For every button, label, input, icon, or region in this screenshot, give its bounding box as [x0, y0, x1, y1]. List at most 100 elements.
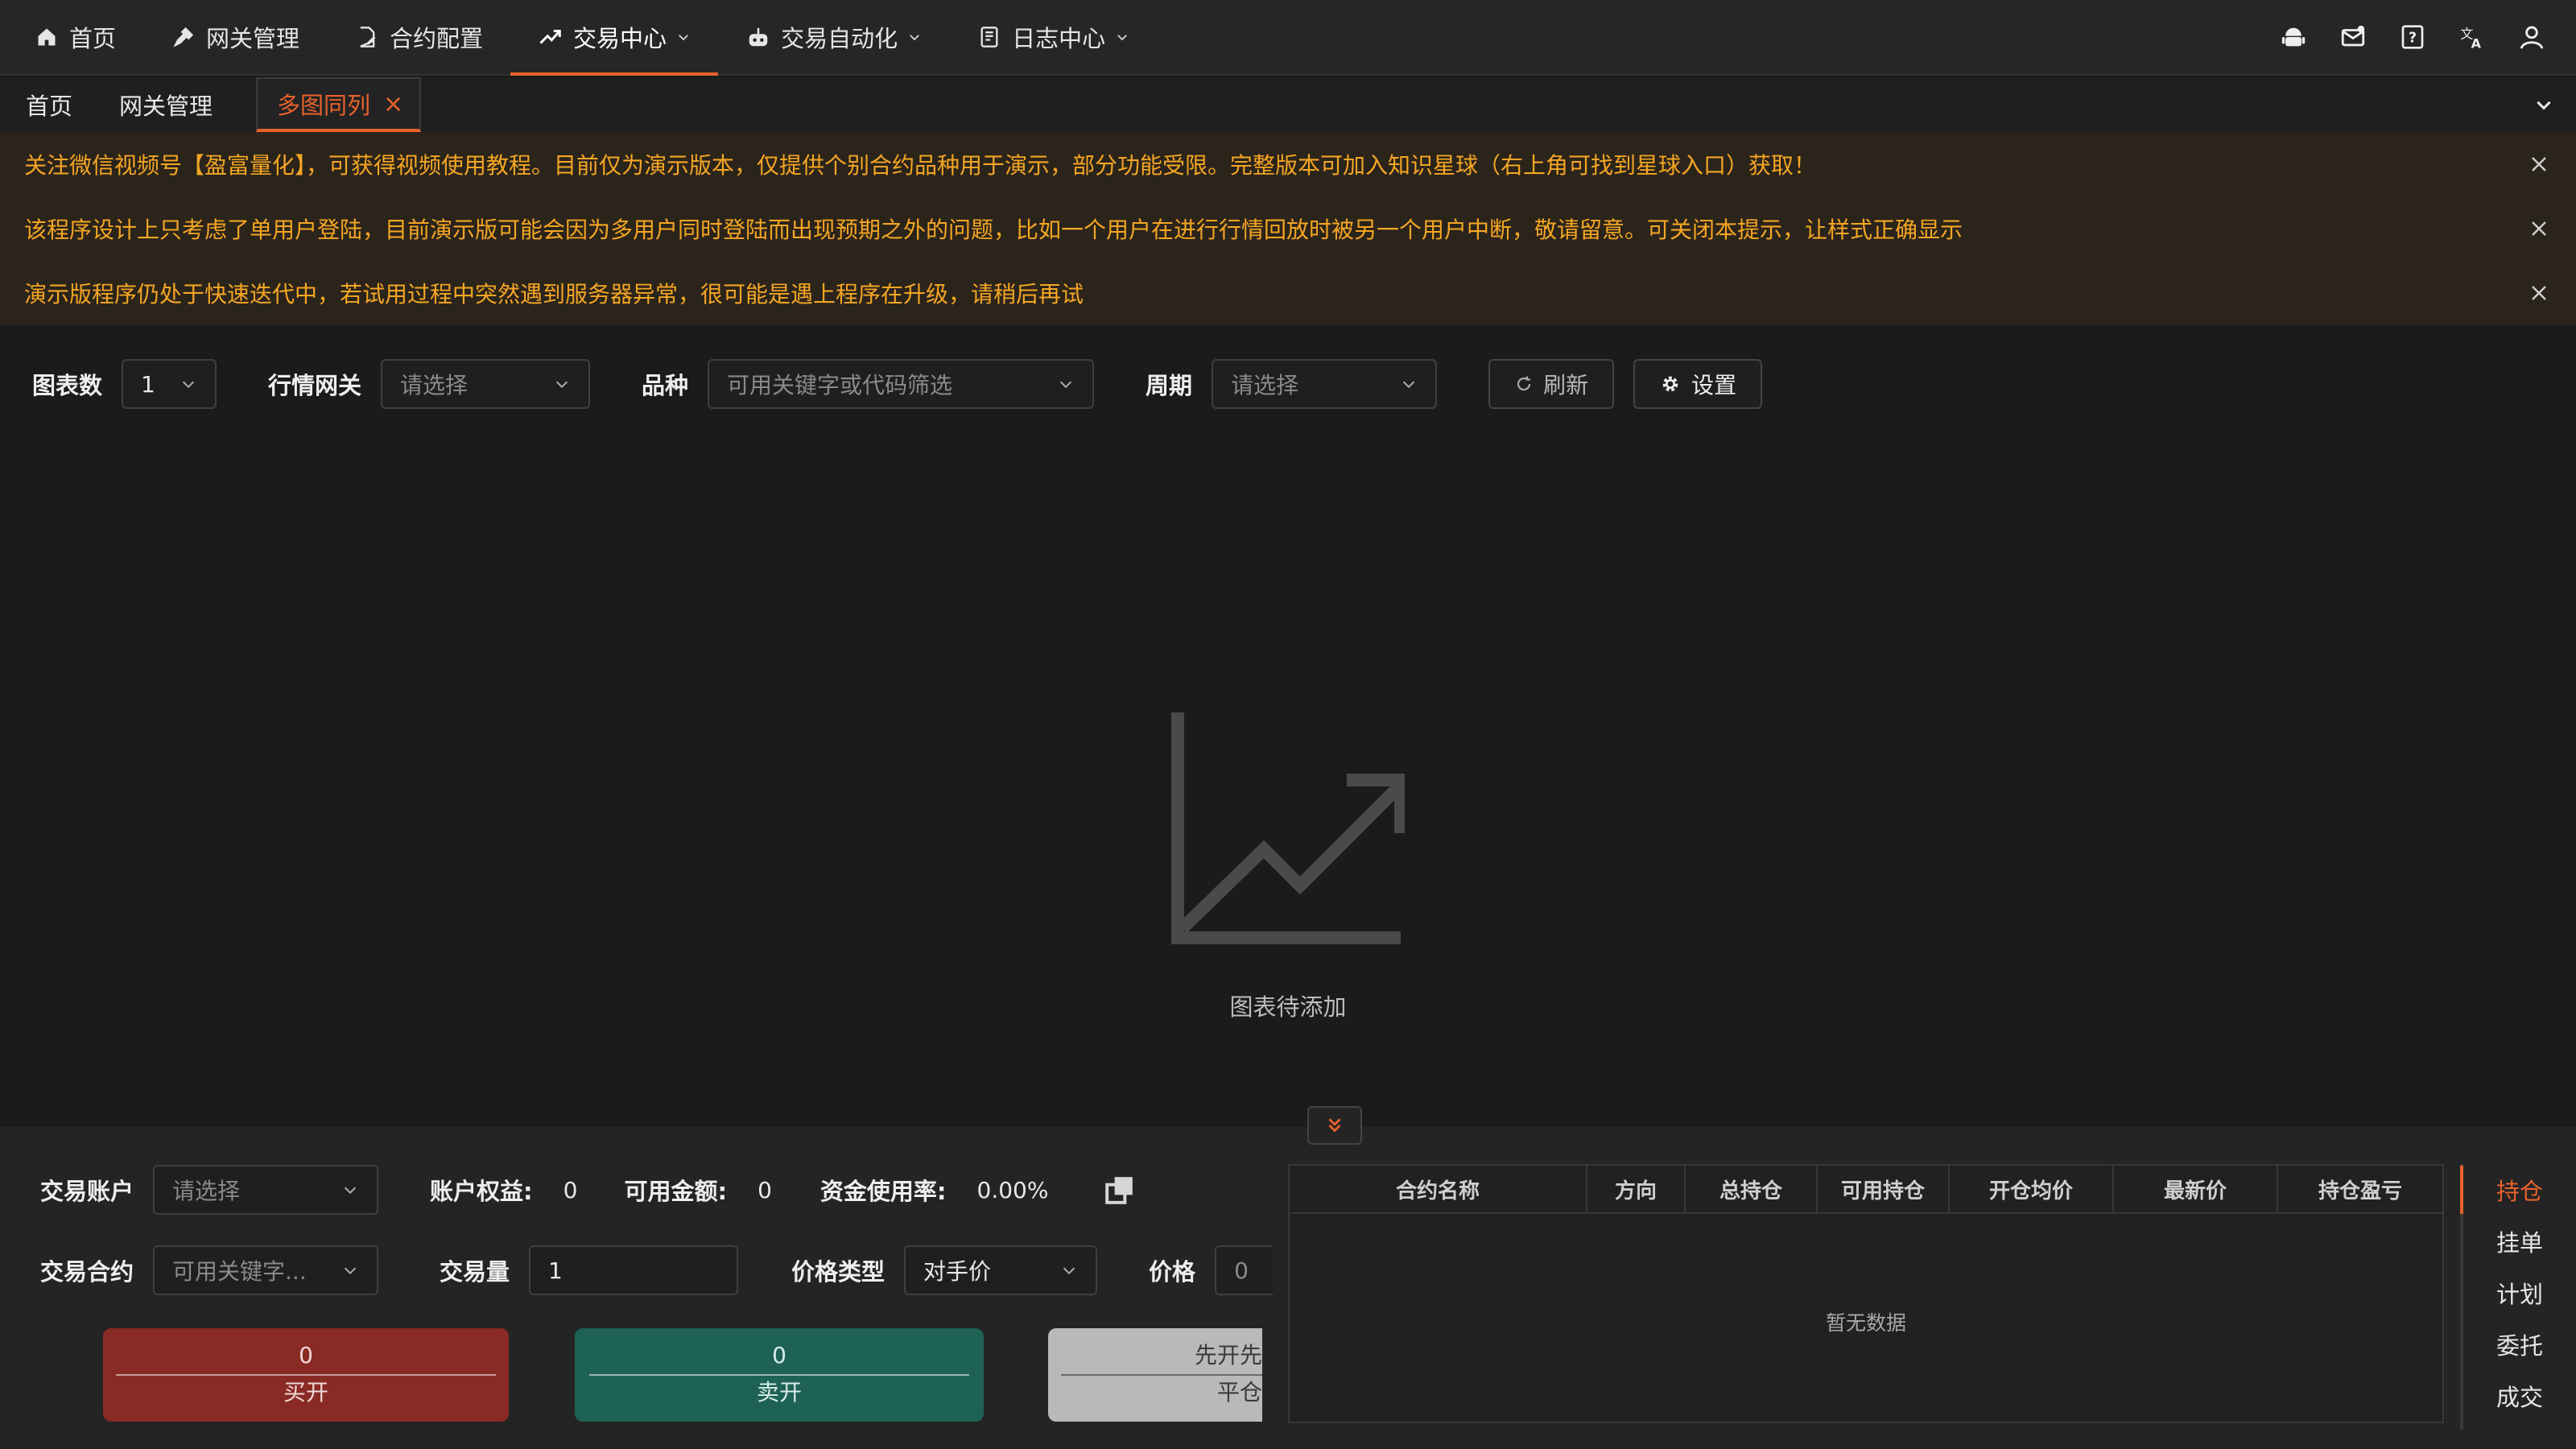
nav-item-home[interactable]: 首页: [0, 0, 143, 74]
sell-open-count: 0: [589, 1340, 969, 1376]
double-chevron-down-icon: [1328, 1118, 1341, 1133]
notice-banner: 演示版程序仍处于快速迭代中，若试用过程中突然遇到服务器异常，很可能是遇上程序在升…: [0, 261, 2576, 325]
account-placeholder: 请选择: [172, 1178, 241, 1204]
close-icon[interactable]: [2529, 219, 2549, 238]
page-tab-bar: 首页 网关管理 多图同列 ×: [0, 77, 2576, 132]
symbol-select[interactable]: 可用关键字或代码筛选: [708, 359, 1095, 409]
column-header[interactable]: 最新价: [2114, 1166, 2278, 1212]
positions-table: 合约名称 方向 总持仓 可用持仓 开仓均价 最新价 持仓盈亏 暂无数据: [1288, 1164, 2444, 1423]
nav-item-trading-center[interactable]: 交易中心: [510, 0, 719, 76]
price-type-value: 对手价: [923, 1258, 992, 1285]
empty-table-text: 暂无数据: [1825, 1311, 1906, 1335]
price-input[interactable]: 0: [1215, 1245, 1274, 1295]
volume-value: 1: [548, 1257, 563, 1284]
top-navigation: 首页 网关管理 合约配置 交易中心 交易自动化 日志中心 ? 文 A: [0, 0, 2576, 76]
trend-up-icon: [538, 24, 564, 50]
chevron-down-icon: [679, 35, 688, 41]
settings-label: 设置: [1691, 372, 1737, 398]
gateway-placeholder: 请选择: [400, 372, 469, 398]
tab-label: 多图同列: [277, 92, 371, 119]
notice-banners: 关注微信视频号【盈富量化】，可获得视频使用教程。目前仅为演示版本，仅提供个别合约…: [0, 132, 2576, 325]
svg-text:?: ?: [2409, 31, 2417, 47]
mail-icon[interactable]: [2323, 0, 2383, 75]
notice-text: 演示版程序仍处于快速迭代中，若试用过程中突然遇到服务器异常，很可能是遇上程序在升…: [24, 281, 1084, 308]
available-value: 0: [758, 1176, 772, 1203]
period-select[interactable]: 请选择: [1212, 359, 1438, 409]
price-label: 价格: [1149, 1258, 1196, 1286]
column-header[interactable]: 持仓盈亏: [2278, 1166, 2442, 1212]
gateway-select[interactable]: 请选择: [381, 359, 591, 409]
nav-item-automation[interactable]: 交易自动化: [718, 0, 949, 74]
chevron-down-icon: [344, 1187, 357, 1195]
notice-text: 关注微信视频号【盈富量化】，可获得视频使用教程。目前仅为演示版本，仅提供个别合约…: [24, 152, 1817, 179]
price-value: 0: [1234, 1257, 1249, 1284]
side-tab-trades[interactable]: 成交: [2463, 1370, 2576, 1422]
refresh-button[interactable]: 刷新: [1488, 359, 1615, 409]
notice-text: 该程序设计上只考虑了单用户登陆，目前演示版可能会因为多用户同时登陆而出现预期之外…: [24, 217, 1963, 243]
price-type-select[interactable]: 对手价: [904, 1245, 1098, 1295]
nav-item-label: 交易自动化: [781, 25, 898, 52]
usage-value: 0.00%: [976, 1176, 1049, 1203]
equity-label: 账户权益:: [430, 1178, 533, 1205]
column-header[interactable]: 合约名称: [1290, 1166, 1587, 1212]
volume-input[interactable]: 1: [529, 1245, 739, 1295]
buy-open-count: 0: [116, 1340, 496, 1376]
contract-select[interactable]: 可用关键字...: [153, 1245, 379, 1295]
chevron-down-icon: [1402, 381, 1415, 389]
chart-count-select[interactable]: 1: [122, 359, 217, 409]
tab-gateway[interactable]: 网关管理: [93, 77, 233, 132]
symbol-placeholder: 可用关键字或代码筛选: [727, 372, 953, 398]
notice-banner: 该程序设计上只考虑了单用户登陆，目前演示版可能会因为多用户同时登陆而出现预期之外…: [0, 196, 2576, 261]
side-tab-positions[interactable]: 持仓: [2463, 1164, 2576, 1216]
tab-home[interactable]: 首页: [0, 77, 93, 132]
close-tab-icon[interactable]: ×: [383, 90, 403, 118]
chart-placeholder-icon: [1171, 712, 1405, 944]
chevron-down-icon: [1063, 1267, 1075, 1275]
android-icon[interactable]: [2264, 0, 2323, 75]
chevron-down-icon: [182, 381, 195, 389]
side-tab-pending[interactable]: 挂单: [2463, 1216, 2576, 1267]
side-tab-plan[interactable]: 计划: [2463, 1267, 2576, 1319]
close-icon[interactable]: [2529, 283, 2549, 303]
top-right-icons: ? 文A: [2264, 0, 2576, 74]
nav-item-contract-config[interactable]: 合约配置: [327, 0, 510, 74]
help-icon[interactable]: ?: [2383, 0, 2442, 75]
contract-placeholder: 可用关键字...: [172, 1258, 307, 1285]
chevron-down-icon: [344, 1267, 357, 1275]
column-header[interactable]: 方向: [1587, 1166, 1686, 1212]
chart-area: 图表待添加: [0, 443, 2576, 1127]
tab-menu-chevron-icon[interactable]: [2512, 77, 2576, 132]
document-edit-icon: [354, 24, 380, 50]
user-icon[interactable]: [2502, 0, 2562, 75]
equity-value: 0: [563, 1176, 578, 1203]
chevron-down-icon: [1059, 381, 1072, 389]
nav-item-label: 合约配置: [390, 25, 484, 52]
chevron-down-icon: [1117, 35, 1128, 41]
tab-multi-chart[interactable]: 多图同列 ×: [256, 77, 422, 132]
settings-button[interactable]: 设置: [1633, 359, 1763, 409]
nav-item-log-center[interactable]: 日志中心: [949, 0, 1157, 74]
sell-open-button[interactable]: 0 卖开: [575, 1328, 984, 1422]
translate-icon[interactable]: 文A: [2442, 0, 2502, 75]
usage-label: 资金使用率:: [819, 1178, 947, 1205]
tab-label: 首页: [26, 93, 73, 120]
column-header[interactable]: 开仓均价: [1950, 1166, 2114, 1212]
buy-open-button[interactable]: 0 买开: [103, 1328, 509, 1422]
nav-item-label: 日志中心: [1012, 25, 1106, 52]
column-header[interactable]: 总持仓: [1686, 1166, 1818, 1212]
side-tab-orders[interactable]: 委托: [2463, 1319, 2576, 1370]
log-icon: [976, 24, 1002, 50]
chart-count-label: 图表数: [32, 372, 103, 399]
account-select[interactable]: 请选择: [153, 1165, 379, 1215]
close-icon[interactable]: [2529, 155, 2549, 174]
period-placeholder: 请选择: [1231, 372, 1299, 398]
buy-open-label: 买开: [283, 1379, 328, 1406]
chevron-down-icon: [910, 35, 919, 41]
collapse-panel-button[interactable]: [1307, 1106, 1362, 1145]
nav-item-label: 首页: [69, 25, 117, 52]
copy-icon[interactable]: [1104, 1174, 1135, 1205]
close-position-button[interactable]: 先开先 平仓: [1048, 1328, 1262, 1422]
empty-chart-text: 图表待添加: [1229, 993, 1347, 1021]
nav-item-gateway[interactable]: 网关管理: [143, 0, 327, 74]
column-header[interactable]: 可用持仓: [1818, 1166, 1950, 1212]
